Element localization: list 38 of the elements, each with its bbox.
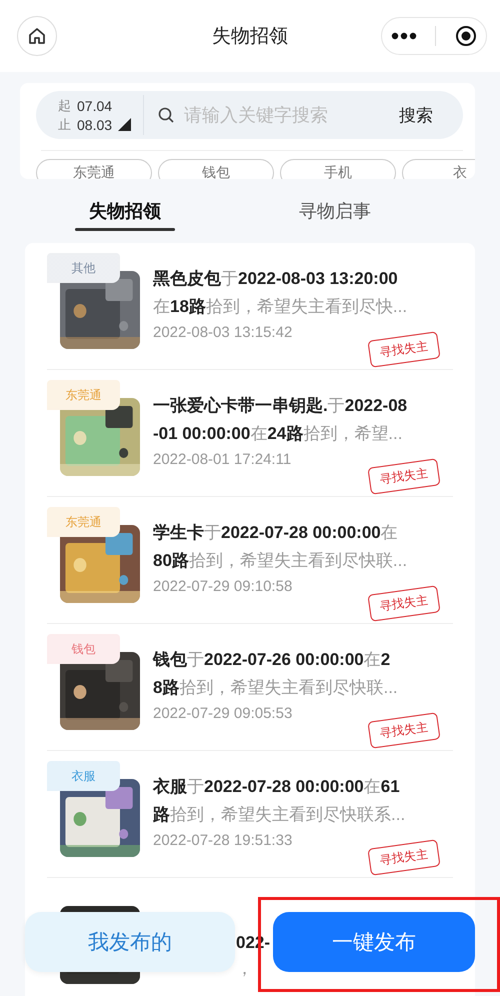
item-description: 衣服于2022-07-28 00:00:00在61 路拾到，希望失主看到尽快联系...	[153, 776, 406, 826]
search-icon	[158, 107, 174, 123]
tab[interactable]: 失物招领	[50, 179, 200, 243]
search-field[interactable]: 请输入关键字搜索	[182, 104, 389, 126]
status-stamp: 寻找失主	[367, 331, 441, 368]
category-tag: 东莞通	[47, 380, 120, 410]
publish-button[interactable]: 一键发布	[273, 912, 475, 972]
status-stamp: 寻找失主	[367, 712, 441, 749]
item-time: 2022-07-29 09:10:58	[153, 578, 294, 595]
item-time: 2022-08-03 13:15:42	[153, 324, 294, 341]
category-chip[interactable]: 东莞通	[36, 159, 152, 179]
status-stamp: 寻找失主	[367, 585, 441, 622]
item-time: 2022-07-28 19:51:33	[153, 832, 294, 849]
tab[interactable]: 寻物启事	[200, 179, 470, 243]
home-icon	[27, 26, 47, 46]
category-tag: 衣服	[47, 761, 120, 791]
category-tag: 东莞通	[47, 507, 120, 537]
status-stamp: 寻找失主	[367, 839, 441, 876]
item-description: 钱包于2022-07-26 00:00:00在2 8路拾到，希望失主看到尽快联...	[153, 649, 399, 699]
search-button[interactable]: 搜索	[389, 104, 463, 126]
my-posts-button[interactable]: 我发布的	[25, 912, 235, 972]
category-chip[interactable]: 衣	[402, 159, 475, 179]
category-tag: 钱包	[47, 634, 120, 664]
category-chip[interactable]: 钱包	[158, 159, 274, 179]
item-time: 2022-07-29 09:05:53	[153, 705, 294, 722]
category-tag: 其他	[47, 253, 120, 283]
home-button[interactable]	[17, 16, 57, 56]
more-icon[interactable]	[391, 32, 418, 40]
item-description: 学生卡于2022-07-28 00:00:00在 80路拾到，希望失主看到尽快联...	[153, 522, 408, 572]
item-time: 2022-08-01 17:24:11	[153, 451, 292, 468]
item-description: 一张爱心卡带一串钥匙.于2022-08 -01 00:00:00在24路拾到，希望...	[153, 395, 408, 445]
target-icon[interactable]	[454, 25, 477, 47]
page-title: 失物招领	[212, 25, 288, 49]
status-stamp: 寻找失主	[367, 458, 441, 495]
date-range-picker[interactable]: 起 07.04 止 08.03	[58, 96, 132, 134]
item-description: 黑色皮包于2022-08-03 13:20:00 在18路拾到，希望失主看到尽快...	[153, 268, 408, 318]
dropdown-triangle-icon	[118, 118, 132, 131]
category-chip[interactable]: 手机	[280, 159, 396, 179]
